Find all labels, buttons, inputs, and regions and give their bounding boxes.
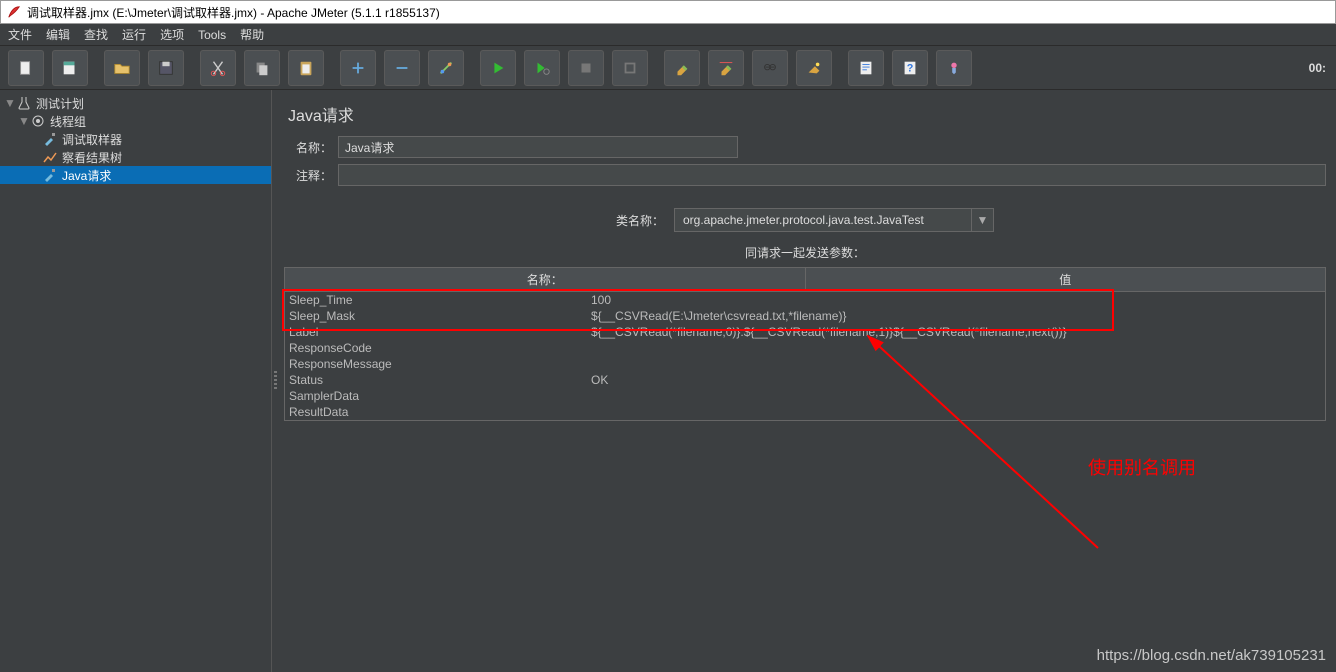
expand-button[interactable] (340, 50, 376, 86)
table-row[interactable]: Label${__CSVRead(*filename,0)}:${__CSVRe… (285, 324, 1325, 340)
function-helper-button[interactable] (848, 50, 884, 86)
start-no-timers-button[interactable] (524, 50, 560, 86)
annotation-text: 使用别名调用 (1088, 454, 1196, 480)
name-label: 名称： (284, 139, 332, 156)
comment-label: 注释： (284, 167, 332, 184)
menu-run[interactable]: 运行 (122, 26, 146, 43)
svg-text:?: ? (907, 62, 914, 74)
gear-icon (30, 113, 46, 129)
params-header: 同请求一起发送参数： (284, 244, 1326, 261)
table-row[interactable]: SamplerData (285, 388, 1325, 404)
clear-button[interactable] (664, 50, 700, 86)
reset-search-button[interactable] (796, 50, 832, 86)
param-name[interactable]: SamplerData (285, 388, 587, 404)
clear-all-button[interactable] (708, 50, 744, 86)
param-value[interactable]: OK (587, 372, 1325, 388)
tree-thread-group[interactable]: ▼ 线程组 (0, 112, 271, 130)
param-value[interactable]: 100 (587, 292, 1325, 308)
dropper-icon (42, 167, 58, 183)
tree-result-tree[interactable]: 察看结果树 (0, 148, 271, 166)
col-value: 值 (806, 268, 1326, 291)
collapse-button[interactable] (384, 50, 420, 86)
menu-tools[interactable]: Tools (198, 28, 226, 42)
paste-button[interactable] (288, 50, 324, 86)
shutdown-button[interactable] (612, 50, 648, 86)
window-title: 调试取样器.jmx (E:\Jmeter\调试取样器.jmx) - Apache… (27, 4, 440, 21)
params-table-header: 名称： 值 (285, 268, 1325, 292)
tree-debug-sampler[interactable]: 调试取样器 (0, 130, 271, 148)
menu-search[interactable]: 查找 (84, 26, 108, 43)
open-button[interactable] (104, 50, 140, 86)
main-area: ▼ 测试计划 ▼ 线程组 调试取样器 察看结果树 Java请求 (0, 90, 1336, 672)
comment-row: 注释： (284, 164, 1326, 186)
tree-test-plan[interactable]: ▼ 测试计划 (0, 94, 271, 112)
chevron-down-icon: ▼ (971, 209, 993, 231)
param-name[interactable]: Sleep_Mask (285, 308, 587, 324)
app-window: 文件 编辑 查找 运行 选项 Tools 帮助 ? (0, 24, 1336, 672)
table-row[interactable]: Sleep_Mask${__CSVRead(E:\Jmeter\csvread.… (285, 308, 1325, 324)
param-name[interactable]: ResultData (285, 404, 587, 420)
menubar: 文件 编辑 查找 运行 选项 Tools 帮助 (0, 24, 1336, 46)
table-row[interactable]: ResponseMessage (285, 356, 1325, 372)
classname-row: 类名称： org.apache.jmeter.protocol.java.tes… (284, 208, 1326, 232)
themes-button[interactable] (936, 50, 972, 86)
help-button[interactable]: ? (892, 50, 928, 86)
new-button[interactable] (8, 50, 44, 86)
copy-button[interactable] (244, 50, 280, 86)
templates-button[interactable] (52, 50, 88, 86)
result-icon (42, 149, 58, 165)
param-name[interactable]: Sleep_Time (285, 292, 587, 308)
param-name[interactable]: ResponseMessage (285, 356, 587, 372)
stop-button[interactable] (568, 50, 604, 86)
panel-title: Java请求 (284, 96, 1326, 136)
menu-options[interactable]: 选项 (160, 26, 184, 43)
classname-select[interactable]: org.apache.jmeter.protocol.java.test.Jav… (674, 208, 994, 232)
param-value[interactable] (587, 340, 1325, 356)
table-row[interactable]: Sleep_Time100 (285, 292, 1325, 308)
menu-file[interactable]: 文件 (8, 26, 32, 43)
classname-label: 类名称： (616, 212, 664, 229)
table-row[interactable]: StatusOK (285, 372, 1325, 388)
test-plan-tree[interactable]: ▼ 测试计划 ▼ 线程组 调试取样器 察看结果树 Java请求 (0, 90, 272, 672)
param-value[interactable] (587, 356, 1325, 372)
name-input[interactable] (338, 136, 738, 158)
tree-java-request[interactable]: Java请求 (0, 166, 271, 184)
toggle-button[interactable] (428, 50, 464, 86)
param-value[interactable] (587, 388, 1325, 404)
menu-help[interactable]: 帮助 (240, 26, 264, 43)
timer-display: 00: (1309, 61, 1326, 75)
search-button[interactable] (752, 50, 788, 86)
dropper-icon (42, 131, 58, 147)
menu-edit[interactable]: 编辑 (46, 26, 70, 43)
param-name[interactable]: ResponseCode (285, 340, 587, 356)
watermark: https://blog.csdn.net/ak739105231 (1097, 647, 1326, 664)
param-name[interactable]: Label (285, 324, 587, 340)
param-value[interactable]: ${__CSVRead(*filename,0)}:${__CSVRead(*f… (587, 324, 1325, 340)
col-name: 名称： (285, 268, 806, 291)
beaker-icon (16, 95, 32, 111)
jmeter-feather-icon (7, 5, 21, 19)
table-row[interactable]: ResponseCode (285, 340, 1325, 356)
param-value[interactable] (587, 404, 1325, 420)
params-table: 名称： 值 Sleep_Time100Sleep_Mask${__CSVRead… (284, 267, 1326, 421)
cut-button[interactable] (200, 50, 236, 86)
content-panel: Java请求 名称： 注释： 类名称： org.apache.jmeter.pr… (278, 90, 1336, 672)
window-titlebar: 调试取样器.jmx (E:\Jmeter\调试取样器.jmx) - Apache… (0, 0, 1336, 24)
param-value[interactable]: ${__CSVRead(E:\Jmeter\csvread.txt,*filen… (587, 308, 1325, 324)
param-name[interactable]: Status (285, 372, 587, 388)
table-row[interactable]: ResultData (285, 404, 1325, 420)
toolbar: ? 00: (0, 46, 1336, 90)
name-row: 名称： (284, 136, 1326, 158)
save-button[interactable] (148, 50, 184, 86)
start-button[interactable] (480, 50, 516, 86)
comment-input[interactable] (338, 164, 1326, 186)
